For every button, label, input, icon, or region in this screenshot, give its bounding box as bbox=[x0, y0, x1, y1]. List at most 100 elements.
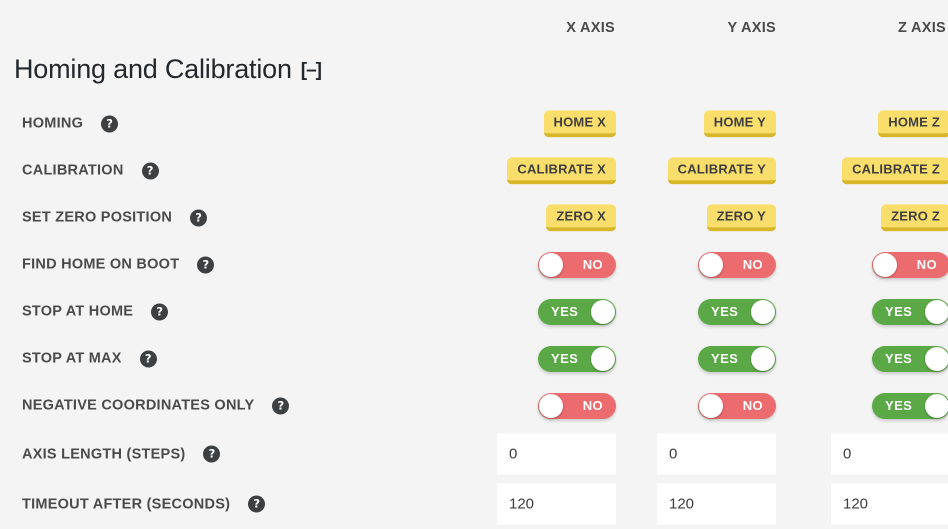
row-label: NEGATIVE COORDINATES ONLY? bbox=[22, 397, 290, 414]
toggle-switch-x[interactable]: NO bbox=[538, 251, 616, 278]
toggle-switch-z[interactable]: NO bbox=[872, 251, 948, 278]
toggle-state-label: NO bbox=[582, 398, 603, 413]
toggle-knob-icon bbox=[539, 252, 563, 277]
settings-row: STOP AT MAX? YES YES YES bbox=[0, 335, 948, 382]
cell-y: YES bbox=[698, 345, 776, 372]
settings-row: HOMING? HOME X HOME Y HOME Z bbox=[0, 100, 948, 147]
action-button-x[interactable]: HOME X bbox=[543, 109, 616, 138]
number-input-y[interactable] bbox=[657, 433, 776, 475]
cell-y: HOME Y bbox=[703, 109, 776, 138]
row-label-text: NEGATIVE COORDINATES ONLY bbox=[22, 397, 255, 414]
toggle-state-label: NO bbox=[742, 257, 763, 272]
cell-z: YES bbox=[872, 345, 948, 372]
number-input-z[interactable] bbox=[831, 433, 948, 475]
cell-z: HOME Z bbox=[878, 109, 948, 138]
toggle-switch-z[interactable]: YES bbox=[872, 392, 948, 419]
toggle-state-label: YES bbox=[885, 398, 913, 413]
settings-row: TIMEOUT AFTER (SECONDS)? bbox=[0, 479, 948, 529]
row-label: TIMEOUT AFTER (SECONDS)? bbox=[22, 495, 266, 513]
cell-z: CALIBRATE Z bbox=[842, 156, 948, 185]
page-title: Homing and Calibration [–] bbox=[14, 54, 322, 85]
number-input-z[interactable] bbox=[831, 483, 948, 525]
toggle-state-label: YES bbox=[885, 304, 913, 319]
toggle-knob-icon bbox=[925, 393, 948, 418]
section-title-text: Homing and Calibration bbox=[14, 54, 292, 84]
cell-x: HOME X bbox=[543, 109, 616, 138]
toggle-switch-y[interactable]: YES bbox=[698, 345, 776, 372]
action-button-z[interactable]: ZERO Z bbox=[881, 203, 948, 232]
cell-x bbox=[497, 433, 616, 475]
action-button-x[interactable]: ZERO X bbox=[546, 203, 616, 232]
settings-row: CALIBRATION? CALIBRATE X CALIBRATE Y CALIBR… bbox=[0, 147, 948, 194]
toggle-knob-icon bbox=[925, 346, 948, 371]
row-label: FIND HOME ON BOOT? bbox=[22, 256, 215, 273]
row-label-text: STOP AT HOME bbox=[22, 303, 134, 320]
toggle-switch-y[interactable]: NO bbox=[698, 251, 776, 278]
row-label: HOMING? bbox=[22, 115, 119, 132]
toggle-state-label: YES bbox=[551, 304, 579, 319]
toggle-switch-y[interactable]: YES bbox=[698, 298, 776, 325]
collapse-section-toggle[interactable]: [–] bbox=[301, 61, 322, 80]
column-header-z-axis: Z AXIS bbox=[898, 20, 946, 36]
action-button-y[interactable]: CALIBRATE Y bbox=[667, 156, 776, 185]
help-icon[interactable]: ? bbox=[139, 350, 157, 367]
cell-x: YES bbox=[538, 345, 616, 372]
cell-x: CALIBRATE X bbox=[507, 156, 616, 185]
action-button-z[interactable]: HOME Z bbox=[878, 109, 948, 138]
toggle-knob-icon bbox=[699, 393, 723, 418]
help-icon[interactable]: ? bbox=[141, 162, 159, 179]
cell-y: YES bbox=[698, 298, 776, 325]
help-icon[interactable]: ? bbox=[101, 115, 119, 132]
toggle-switch-z[interactable]: YES bbox=[872, 298, 948, 325]
row-label: SET ZERO POSITION? bbox=[22, 209, 208, 226]
row-label: STOP AT HOME? bbox=[22, 303, 169, 320]
toggle-switch-x[interactable]: NO bbox=[538, 392, 616, 419]
cell-z: ZERO Z bbox=[881, 203, 948, 232]
toggle-switch-z[interactable]: YES bbox=[872, 345, 948, 372]
cell-y: CALIBRATE Y bbox=[667, 156, 776, 185]
help-icon[interactable]: ? bbox=[248, 495, 266, 513]
cell-x: ZERO X bbox=[546, 203, 616, 232]
toggle-state-label: YES bbox=[711, 304, 739, 319]
axis-header-row: X AXIS Y AXIS Z AXIS bbox=[0, 20, 948, 46]
row-label: CALIBRATION? bbox=[22, 162, 159, 179]
action-button-y[interactable]: ZERO Y bbox=[706, 203, 776, 232]
help-icon[interactable]: ? bbox=[203, 445, 221, 463]
row-label-text: AXIS LENGTH (STEPS) bbox=[22, 446, 186, 462]
help-icon[interactable]: ? bbox=[197, 256, 215, 273]
cell-y bbox=[657, 433, 776, 475]
toggle-state-label: YES bbox=[551, 351, 579, 366]
action-button-x[interactable]: CALIBRATE X bbox=[507, 156, 616, 185]
number-input-y[interactable] bbox=[657, 483, 776, 525]
settings-row: SET ZERO POSITION? ZERO X ZERO Y ZERO Z bbox=[0, 194, 948, 241]
cell-x bbox=[497, 483, 616, 525]
row-label-text: TIMEOUT AFTER (SECONDS) bbox=[22, 496, 231, 512]
toggle-switch-y[interactable]: NO bbox=[698, 392, 776, 419]
cell-y bbox=[657, 483, 776, 525]
toggle-knob-icon bbox=[751, 299, 775, 324]
row-label-text: FIND HOME ON BOOT bbox=[22, 256, 180, 273]
cell-y: NO bbox=[698, 251, 776, 278]
action-button-z[interactable]: CALIBRATE Z bbox=[842, 156, 948, 185]
row-label: AXIS LENGTH (STEPS)? bbox=[22, 445, 221, 463]
cell-z bbox=[831, 433, 948, 475]
toggle-knob-icon bbox=[925, 299, 948, 324]
toggle-switch-x[interactable]: YES bbox=[538, 298, 616, 325]
column-header-x-axis: X AXIS bbox=[566, 20, 615, 36]
row-label-text: CALIBRATION bbox=[22, 162, 124, 179]
help-icon[interactable]: ? bbox=[151, 303, 169, 320]
toggle-state-label: YES bbox=[885, 351, 913, 366]
toggle-state-label: NO bbox=[916, 257, 937, 272]
toggle-knob-icon bbox=[751, 346, 775, 371]
row-label-text: SET ZERO POSITION bbox=[22, 209, 173, 226]
row-label: STOP AT MAX? bbox=[22, 350, 157, 367]
toggle-switch-x[interactable]: YES bbox=[538, 345, 616, 372]
help-icon[interactable]: ? bbox=[272, 397, 290, 414]
cell-y: NO bbox=[698, 392, 776, 419]
number-input-x[interactable] bbox=[497, 483, 616, 525]
row-label-text: HOMING bbox=[22, 115, 84, 132]
number-input-x[interactable] bbox=[497, 433, 616, 475]
action-button-y[interactable]: HOME Y bbox=[703, 109, 776, 138]
cell-x: NO bbox=[538, 392, 616, 419]
help-icon[interactable]: ? bbox=[190, 209, 208, 226]
